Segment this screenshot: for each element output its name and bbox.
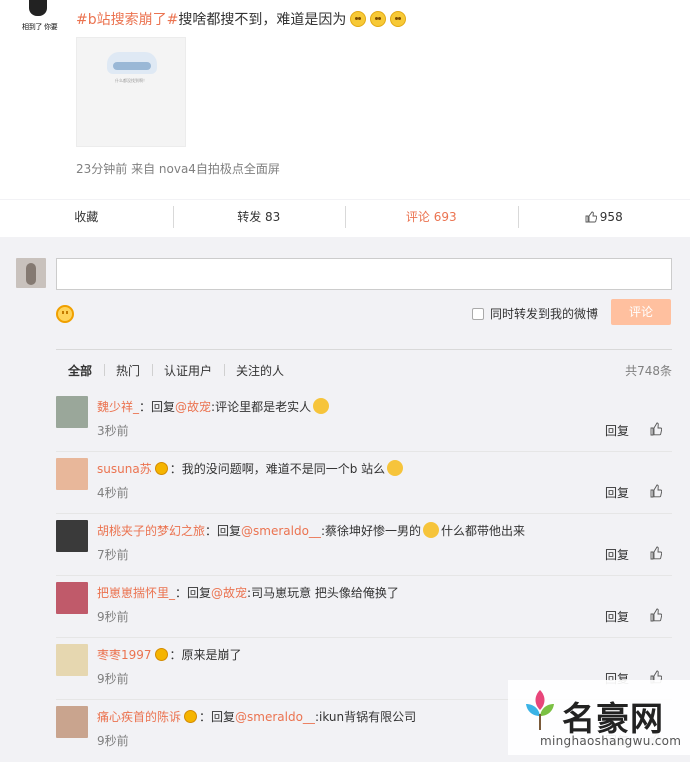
avatar[interactable] — [56, 582, 88, 614]
comment-user[interactable]: 把崽崽揣怀里_ — [97, 586, 175, 600]
filter-verified[interactable]: 认证用户 — [152, 362, 224, 379]
comment-body: ：原来是崩了 — [170, 648, 242, 662]
favorite-button[interactable]: 收藏 — [0, 200, 173, 233]
emoji-icon — [370, 11, 386, 27]
comment-item: susuna苏 ：我的没问题啊，难道不是同一个b 站么 4秒前 回复 — [56, 452, 672, 514]
emoji-icon — [387, 460, 403, 476]
comment-tab-label: 评论 693 — [406, 208, 457, 225]
filter-following[interactable]: 关注的人 — [224, 362, 296, 379]
comment-input[interactable] — [56, 258, 672, 290]
avatar-face-icon — [29, 0, 47, 16]
reply-button[interactable]: 回复 — [605, 422, 629, 439]
comment-text: 胡桃夹子的梦幻之旅：回复@smeraldo__:蔡徐坤好惨一男的 什么都带他出来 — [97, 522, 525, 539]
comment-item: 把崽崽揣怀里_：回复@故宠:司马崽玩意 把头像给俺换了 9秒前 回复 — [56, 576, 672, 638]
comment-time: 4秒前 — [97, 484, 129, 501]
comment-count: 共748条 — [625, 362, 672, 379]
comment-text: 魏少祥_：回复@故宠:评论里都是老实人 — [97, 398, 331, 415]
comment-mention[interactable]: @smeraldo__ — [241, 524, 321, 538]
comment-time: 7秒前 — [97, 546, 129, 563]
filter-all[interactable]: 全部 — [56, 362, 104, 379]
vip-crown-icon — [155, 462, 168, 475]
emoji-icon — [390, 11, 406, 27]
comment-time: 9秒前 — [97, 608, 129, 625]
post-hashtag[interactable]: #b站搜索崩了# — [76, 12, 178, 28]
comment-prefix: ：回复 — [199, 710, 235, 724]
emoji-icon — [350, 11, 366, 27]
comment-prefix: ：回复 — [175, 586, 211, 600]
repost-button[interactable]: 转发 83 — [173, 200, 346, 233]
comment-mention[interactable]: @smeraldo__ — [235, 710, 315, 724]
watermark: 名豪网 minghaoshangwu.com — [508, 680, 690, 755]
like-count: 958 — [600, 210, 623, 224]
avatar[interactable] — [56, 644, 88, 676]
post-card: 相到了 你要 #b站搜索崩了#搜啥都搜不到，难道是因为 什么都没找到啊！ 23分… — [0, 0, 690, 237]
divider — [56, 349, 672, 350]
vip-crown-icon — [184, 710, 197, 723]
comment-user[interactable]: 胡桃夹子的梦幻之旅 — [97, 524, 205, 538]
watermark-logo-icon — [522, 686, 558, 732]
comment-time: 9秒前 — [97, 732, 129, 749]
comment-item: 胡桃夹子的梦幻之旅：回复@smeraldo__:蔡徐坤好惨一男的什么都带他出来 … — [56, 514, 672, 576]
comment-user[interactable]: 痛心疾首的陈诉 — [97, 710, 181, 724]
post-actions: 收藏 转发 83 评论 693 958 — [0, 199, 690, 233]
comment-mention[interactable]: @故宠 — [175, 400, 211, 414]
comment-mention[interactable]: @故宠 — [211, 586, 247, 600]
watermark-url: minghaoshangwu.com — [540, 734, 681, 748]
current-user-avatar — [16, 258, 46, 288]
emoji-icon — [423, 522, 439, 538]
reply-button[interactable]: 回复 — [605, 546, 629, 563]
comment-body: :ikun背锅有限公司 — [315, 710, 416, 724]
avatar[interactable] — [56, 458, 88, 490]
thumb-up-icon[interactable] — [650, 546, 662, 560]
comment-body-tail: 什么都带他出来 — [441, 524, 525, 538]
vip-crown-icon — [155, 648, 168, 661]
comment-prefix: ：回复 — [139, 400, 175, 414]
mascot-illustration — [107, 52, 157, 74]
comment-text: susuna苏 ：我的没问题啊，难道不是同一个b 站么 — [97, 460, 405, 477]
watermark-name: 名豪网 — [562, 692, 664, 740]
thumb-up-icon[interactable] — [650, 484, 662, 498]
avatar[interactable] — [56, 706, 88, 738]
post-text: #b站搜索崩了#搜啥都搜不到，难道是因为 — [76, 9, 406, 29]
post-image[interactable]: 什么都没找到啊！ — [76, 37, 186, 147]
reply-button[interactable]: 回复 — [605, 484, 629, 501]
comment-item: 魏少祥_：回复@故宠:评论里都是老实人 3秒前 回复 — [56, 390, 672, 452]
post-body: 搜啥都搜不到，难道是因为 — [178, 12, 346, 28]
filter-hot[interactable]: 热门 — [104, 362, 152, 379]
favorite-label: 收藏 — [74, 208, 98, 225]
post-author-avatar[interactable]: 相到了 你要 — [20, 0, 56, 34]
comment-text: 枣枣1997 ：原来是崩了 — [97, 646, 242, 663]
comment-filters: 全部 热门 认证用户 关注的人 共748条 — [56, 362, 672, 379]
avatar[interactable] — [56, 396, 88, 428]
sync-label: 同时转发到我的微博 — [490, 305, 598, 322]
submit-comment-button[interactable]: 评论 — [611, 299, 671, 325]
comment-tab[interactable]: 评论 693 — [345, 200, 518, 233]
post-meta: 23分钟前 来自 nova4自拍极点全面屏 — [76, 160, 280, 177]
comment-body: :评论里都是老实人 — [211, 400, 311, 414]
avatar[interactable] — [56, 520, 88, 552]
sync-repost-option[interactable]: 同时转发到我的微博 — [472, 305, 598, 322]
comment-user[interactable]: 枣枣1997 — [97, 648, 152, 662]
emoji-icon — [313, 398, 329, 414]
comment-prefix: ：回复 — [205, 524, 241, 538]
thumb-up-icon[interactable] — [650, 608, 662, 622]
emoji-picker-icon[interactable] — [56, 305, 74, 323]
avatar-caption: 相到了 你要 — [22, 22, 57, 32]
comment-body: ：我的没问题啊，难道不是同一个b 站么 — [170, 462, 385, 476]
sync-checkbox[interactable] — [472, 308, 484, 320]
comment-time: 3秒前 — [97, 422, 129, 439]
thumb-up-icon[interactable] — [650, 422, 662, 436]
like-button[interactable]: 958 — [518, 200, 690, 233]
thumb-up-icon — [585, 211, 597, 223]
comment-body: :司马崽玩意 把头像给俺换了 — [247, 586, 399, 600]
post-image-caption: 什么都没找到啊！ — [77, 78, 185, 84]
reply-button[interactable]: 回复 — [605, 608, 629, 625]
comment-time: 9秒前 — [97, 670, 129, 687]
comment-user[interactable]: 魏少祥_ — [97, 400, 139, 414]
repost-label: 转发 83 — [237, 208, 280, 225]
comment-body: :蔡徐坤好惨一男的 — [321, 524, 421, 538]
comment-text: 痛心疾首的陈诉 ：回复@smeraldo__:ikun背锅有限公司 — [97, 708, 416, 725]
comment-text: 把崽崽揣怀里_：回复@故宠:司马崽玩意 把头像给俺换了 — [97, 584, 399, 601]
comment-user[interactable]: susuna苏 — [97, 462, 152, 476]
